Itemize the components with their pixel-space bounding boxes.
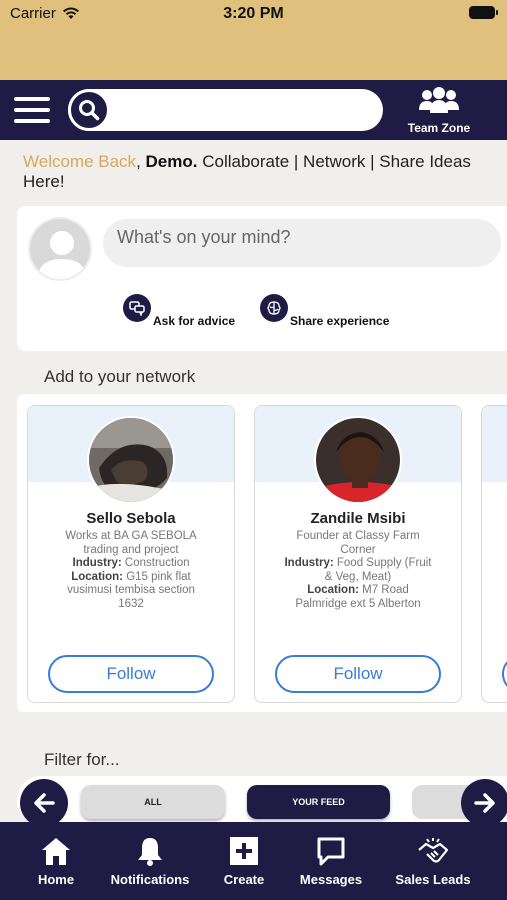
person-name: Zandile Msibi xyxy=(310,510,406,527)
welcome-greeting: Welcome Back xyxy=(23,152,137,171)
plus-icon xyxy=(230,837,258,865)
search-bar[interactable] xyxy=(68,89,383,131)
scroll-right-button[interactable] xyxy=(461,779,507,827)
location-label: Location: xyxy=(307,584,359,596)
share-experience-label: Share experience xyxy=(290,314,390,328)
person-industry: Construction xyxy=(124,557,190,569)
tab-create-label: Create xyxy=(223,872,265,887)
home-icon xyxy=(42,838,70,865)
network-carousel[interactable]: Sello Sebola Works at BA GA SEBOLA tradi… xyxy=(17,394,507,712)
network-section-title: Add to your network xyxy=(44,367,196,386)
person-info: Works at BA GA SEBOLA trading and projec… xyxy=(54,530,208,611)
chat-bubbles-icon xyxy=(123,294,151,322)
person-industry: Food Supply (Fruit & Veg, Meat) xyxy=(324,557,432,583)
search-input[interactable] xyxy=(114,95,369,125)
profile-photo[interactable] xyxy=(87,416,175,504)
follow-button[interactable]: Follow xyxy=(275,655,441,693)
location-label: Location: xyxy=(71,570,123,583)
menu-icon[interactable] xyxy=(14,95,50,125)
status-bar: Carrier 3:20 PM xyxy=(0,0,507,80)
handshake-icon xyxy=(418,838,449,863)
person-card[interactable]: Sello Sebola Works at BA GA SEBOLA tradi… xyxy=(27,405,235,703)
industry-label: Industry: xyxy=(72,557,122,569)
post-composer: What's on your mind? Ask for advice Shar… xyxy=(17,206,507,351)
tab-create[interactable]: Create xyxy=(205,822,283,900)
filter-all-chip[interactable]: ALL xyxy=(81,785,225,819)
avatar[interactable] xyxy=(28,217,92,281)
filter-title: Filter for... xyxy=(44,750,120,769)
tab-messages-label: Messages xyxy=(299,872,363,887)
tab-home[interactable]: Home xyxy=(16,822,96,900)
follow-button[interactable] xyxy=(502,655,507,693)
search-icon[interactable] xyxy=(68,89,110,131)
user-name: Demo. xyxy=(145,152,198,171)
filter-strip: ALL YOUR FEED xyxy=(17,776,507,824)
welcome-message: Welcome Back, Demo. Collaborate | Networ… xyxy=(23,152,498,192)
tab-sales-leads-label: Sales Leads xyxy=(395,872,471,887)
bottom-tab-bar: Home Notifications Create Messages Sales… xyxy=(0,822,507,900)
filter-your-feed-chip[interactable]: YOUR FEED xyxy=(247,785,390,819)
message-icon xyxy=(317,837,345,866)
arrow-left-icon xyxy=(34,793,55,813)
arrow-right-icon xyxy=(474,793,495,813)
tab-notifications[interactable]: Notifications xyxy=(104,822,196,900)
clock: 3:20 PM xyxy=(223,5,284,22)
person-card[interactable]: Zandile Msibi Founder at Classy Farm Cor… xyxy=(254,405,462,703)
welcome-comma: , xyxy=(136,152,141,171)
team-zone-button[interactable]: Team Zone xyxy=(400,86,478,136)
profile-photo[interactable] xyxy=(314,416,402,504)
follow-button[interactable]: Follow xyxy=(48,655,214,693)
industry-label: Industry: xyxy=(284,557,334,569)
person-works-at: Works at BA GA SEBOLA trading and projec… xyxy=(65,530,197,556)
post-input[interactable]: What's on your mind? xyxy=(103,219,501,267)
battery-icon xyxy=(469,6,498,19)
ask-advice-label: Ask for advice xyxy=(153,314,236,328)
person-works-at: Founder at Classy Farm Corner xyxy=(296,530,420,556)
tab-sales-leads[interactable]: Sales Leads xyxy=(388,822,478,900)
team-icon xyxy=(419,87,459,113)
tab-home-label: Home xyxy=(37,872,75,887)
person-name: Sello Sebola xyxy=(86,510,176,527)
ask-advice-button[interactable]: Ask for advice xyxy=(123,294,235,328)
person-card[interactable] xyxy=(481,405,507,703)
person-info: Founder at Classy Farm Corner Industry: … xyxy=(281,530,435,611)
brain-icon xyxy=(260,294,288,322)
share-experience-button[interactable]: Share experience xyxy=(260,294,389,328)
tab-notifications-label: Notifications xyxy=(110,872,190,887)
bell-icon xyxy=(138,838,162,866)
scroll-left-button[interactable] xyxy=(20,779,68,827)
top-nav-bar: Team Zone xyxy=(0,80,507,140)
card-banner xyxy=(482,406,507,482)
team-zone-label: Team Zone xyxy=(407,121,471,135)
tab-messages[interactable]: Messages xyxy=(292,822,370,900)
